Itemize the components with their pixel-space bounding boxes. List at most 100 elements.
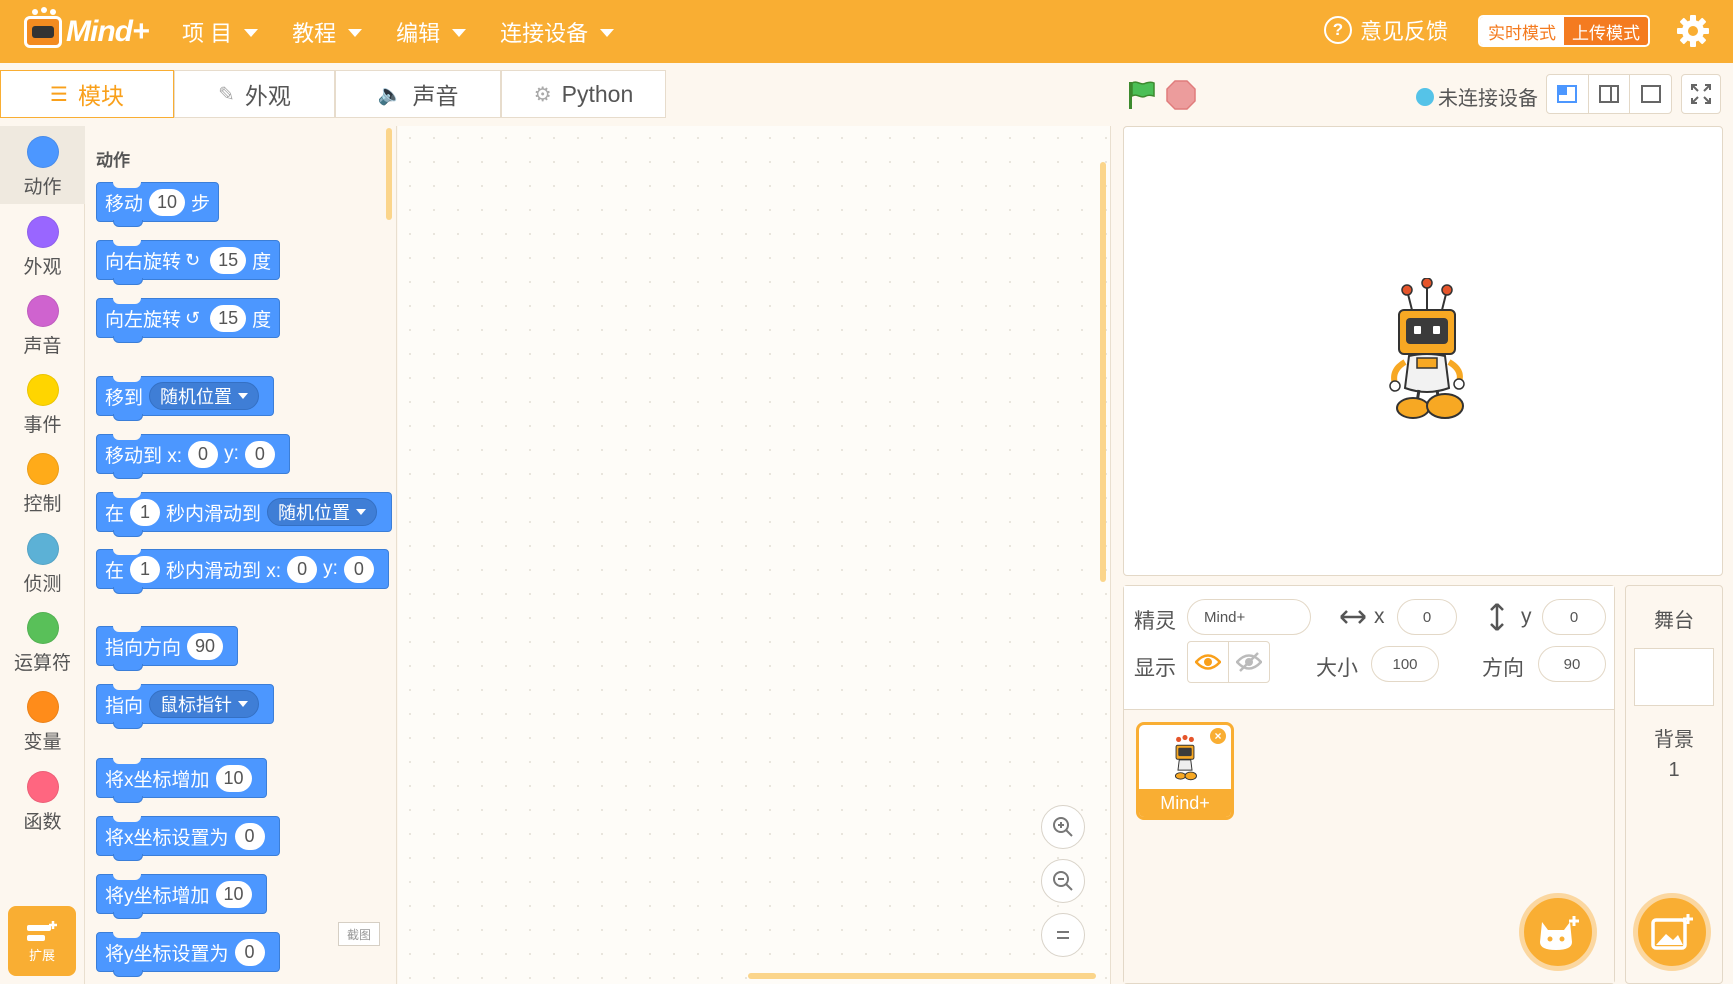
canvas-horizontal-scrollbar[interactable] (748, 973, 1096, 979)
vertical-arrows-icon (1490, 603, 1504, 631)
block-set-x[interactable]: 将x坐标设置为 0 (96, 816, 280, 861)
y-change-input[interactable]: 10 (215, 880, 252, 908)
block-glide-xy[interactable]: 在 1 秒内滑动到 x: 0 y: 0 (96, 549, 389, 594)
menu-connect-device[interactable]: 连接设备 (500, 16, 615, 48)
mindplus-robot-sprite[interactable] (1383, 278, 1471, 422)
menu-edit[interactable]: 编辑 (396, 16, 467, 48)
tab-costumes[interactable]: ✎ 外观 (174, 70, 335, 118)
category-label: 运算符 (13, 653, 71, 674)
block-text: 在 (105, 503, 125, 525)
category-sensing[interactable]: 侦测 (0, 523, 85, 601)
show-sprite-button[interactable] (1187, 641, 1229, 683)
x-input[interactable]: 0 (287, 555, 318, 583)
block-text: 将y坐标增加 (105, 885, 210, 907)
degrees-input[interactable]: 15 (210, 246, 247, 274)
y-input[interactable]: 0 (244, 440, 275, 468)
zoom-reset-button[interactable] (1041, 913, 1085, 957)
degrees-input[interactable]: 15 (210, 304, 247, 332)
green-flag-icon[interactable] (1127, 80, 1155, 110)
layout-large-stage-button[interactable] (1630, 75, 1671, 113)
top-bar: Mind+ 项 目 教程 编辑 连接设备 ? 意见反馈 实时模式 上传模式 (0, 0, 1733, 63)
category-motion[interactable]: 动作 (0, 126, 85, 204)
block-text: 将x坐标增加 (105, 769, 210, 791)
x-input[interactable]: 0 (188, 440, 219, 468)
hide-sprite-button[interactable] (1228, 641, 1270, 683)
size-input[interactable]: 100 (1371, 646, 1439, 682)
block-goto-xy[interactable]: 移动到 x: 0 y: 0 (96, 434, 290, 479)
stop-icon[interactable] (1166, 80, 1196, 110)
x-change-input[interactable]: 10 (215, 764, 252, 792)
category-control[interactable]: 控制 (0, 443, 85, 521)
block-change-x[interactable]: 将x坐标增加 10 (96, 758, 267, 803)
block-turn-right[interactable]: 向右旋转 ↻ 15 度 (96, 240, 281, 285)
direction-input[interactable]: 90 (187, 632, 224, 660)
y-input[interactable]: 0 (343, 555, 374, 583)
seconds-input[interactable]: 1 (130, 498, 161, 526)
zoom-out-button[interactable] (1041, 859, 1085, 903)
glide-target-dropdown[interactable]: 随机位置 (267, 498, 378, 526)
steps-input[interactable]: 10 (149, 188, 186, 216)
rotate-left-icon: ↺ (185, 307, 201, 328)
category-variables[interactable]: 变量 (0, 681, 85, 759)
block-glide-to[interactable]: 在 1 秒内滑动到 随机位置 (96, 492, 393, 537)
y-set-input[interactable]: 0 (234, 938, 265, 966)
looks-dot-icon (26, 216, 59, 248)
menu-tutorial[interactable]: 教程 (292, 16, 363, 48)
layout-small-stage-button[interactable] (1547, 75, 1589, 113)
block-goto[interactable]: 移到 随机位置 (96, 376, 275, 421)
block-text: 在 (105, 560, 125, 582)
goto-target-dropdown[interactable]: 随机位置 (149, 382, 260, 410)
layout-normal-stage-button[interactable] (1589, 75, 1631, 113)
zoom-in-button[interactable] (1041, 805, 1085, 849)
menu-project[interactable]: 项 目 (182, 16, 259, 48)
add-backdrop-button[interactable] (1633, 893, 1711, 971)
block-point-direction[interactable]: 指向方向 90 (96, 626, 239, 671)
gear-icon[interactable] (1676, 14, 1710, 48)
screenshot-button[interactable]: 截图 (338, 922, 380, 946)
chevron-down-icon (238, 393, 249, 399)
tab-sounds[interactable]: 🔈 声音 (335, 70, 501, 118)
seconds-input[interactable]: 1 (130, 555, 161, 583)
category-functions[interactable]: 函数 (0, 761, 85, 839)
feedback-button[interactable]: ? 意见反馈 (1324, 14, 1448, 46)
block-change-y[interactable]: 将y坐标增加 10 (96, 874, 267, 919)
tab-blocks-label: 模块 (77, 83, 124, 109)
add-sprite-button[interactable] (1519, 893, 1597, 971)
category-label: 函数 (23, 812, 62, 833)
script-canvas[interactable] (398, 126, 1111, 984)
tab-python[interactable]: ⚙ Python (501, 70, 666, 118)
stage-thumbnail[interactable] (1634, 648, 1714, 706)
dropdown-value: 鼠标指针 (160, 695, 233, 715)
category-sound[interactable]: 声音 (0, 285, 85, 363)
category-looks[interactable]: 外观 (0, 206, 85, 284)
category-operators[interactable]: 运算符 (0, 602, 85, 680)
python-icon: ⚙ (533, 83, 552, 106)
fullscreen-button[interactable] (1681, 74, 1721, 114)
palette-scrollbar[interactable] (386, 128, 392, 220)
sprite-name-input[interactable]: Mind+ (1187, 599, 1311, 635)
mindplus-logo[interactable]: Mind+ (24, 7, 149, 54)
rotate-right-icon: ↻ (185, 249, 201, 270)
upload-mode-button[interactable]: 上传模式 (1564, 17, 1648, 45)
block-set-y[interactable]: 将y坐标设置为 0 (96, 932, 280, 977)
extension-button[interactable]: 扩展 (8, 906, 76, 976)
point-target-dropdown[interactable]: 鼠标指针 (149, 690, 260, 718)
live-mode-button[interactable]: 实时模式 (1480, 17, 1564, 45)
x-set-input[interactable]: 0 (234, 822, 265, 850)
category-events[interactable]: 事件 (0, 364, 85, 442)
block-text: 移动 (105, 193, 144, 215)
tab-blocks[interactable]: ☰ 模块 (0, 70, 174, 118)
block-text: 指向方向 (105, 637, 182, 659)
y-position-input[interactable]: 0 (1542, 599, 1606, 635)
delete-sprite-button[interactable]: × (1208, 726, 1228, 746)
block-text: 将x坐标设置为 (105, 827, 229, 849)
sensing-dot-icon (26, 533, 59, 565)
block-turn-left[interactable]: 向左旋转 ↺ 15 度 (96, 298, 281, 343)
block-text: 秒内滑动到 (166, 503, 262, 525)
extension-label: 扩展 (28, 947, 55, 963)
block-move-steps[interactable]: 移动 10 步 (96, 182, 220, 227)
direction-input[interactable]: 90 (1538, 646, 1606, 682)
block-point-towards[interactable]: 指向 鼠标指针 (96, 684, 275, 729)
x-position-input[interactable]: 0 (1397, 599, 1457, 635)
canvas-vertical-scrollbar[interactable] (1100, 162, 1106, 582)
